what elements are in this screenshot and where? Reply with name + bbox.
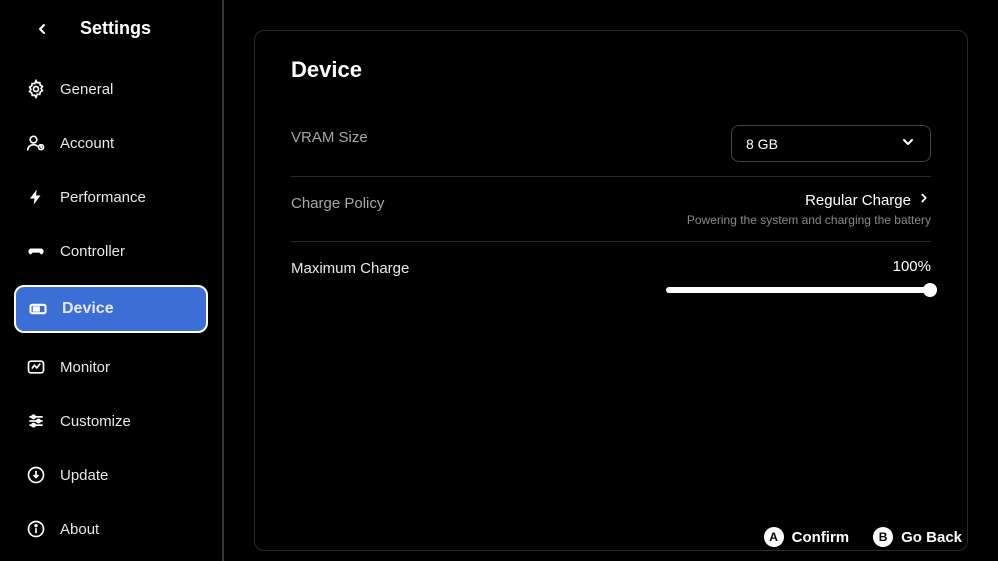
chevron-down-icon [900, 134, 916, 153]
back-hint: B Go Back [873, 527, 962, 547]
update-icon [26, 465, 46, 485]
chevron-right-icon [917, 191, 931, 209]
confirm-hint: A Confirm [764, 527, 850, 547]
sidebar-item-label: Update [60, 467, 108, 484]
max-charge-row: Maximum Charge 100% [291, 242, 931, 313]
charge-policy-value: Regular Charge [805, 192, 911, 209]
a-button-icon: A [764, 527, 784, 547]
charge-policy-label: Charge Policy [291, 191, 384, 212]
charge-policy-link[interactable]: Regular Charge [805, 191, 931, 209]
sidebar-item-general[interactable]: General [14, 69, 208, 109]
sidebar-item-update[interactable]: Update [14, 455, 208, 495]
sidebar-item-label: About [60, 521, 99, 538]
back-icon[interactable] [32, 19, 52, 39]
b-button-icon: B [873, 527, 893, 547]
vram-row: VRAM Size 8 GB [291, 111, 931, 177]
sidebar-item-label: General [60, 81, 113, 98]
sidebar-item-label: Performance [60, 189, 146, 206]
confirm-label: Confirm [792, 529, 850, 546]
nav-list: General Account Performance Controller D… [0, 57, 222, 549]
vram-dropdown[interactable]: 8 GB [731, 125, 931, 162]
sidebar-item-label: Account [60, 135, 114, 152]
sidebar-item-device[interactable]: Device [14, 285, 208, 333]
sidebar-item-account[interactable]: Account [14, 123, 208, 163]
vram-label: VRAM Size [291, 125, 368, 146]
account-icon [26, 133, 46, 153]
slider-fill [666, 287, 931, 293]
max-charge-slider[interactable] [666, 287, 931, 293]
footer-hints: A Confirm B Go Back [764, 527, 962, 547]
sidebar-item-customize[interactable]: Customize [14, 401, 208, 441]
vram-value: 8 GB [746, 136, 778, 152]
sidebar-header: Settings [0, 0, 222, 57]
device-icon [28, 299, 48, 319]
sidebar-item-monitor[interactable]: Monitor [14, 347, 208, 387]
sidebar-item-about[interactable]: About [14, 509, 208, 549]
sidebar-item-label: Device [62, 300, 114, 318]
sidebar-item-label: Controller [60, 243, 125, 260]
controller-icon [26, 241, 46, 261]
back-label: Go Back [901, 529, 962, 546]
info-icon [26, 519, 46, 539]
main-content: Device VRAM Size 8 GB Charge Policy Regu… [224, 0, 998, 561]
page-title: Settings [80, 18, 151, 39]
charge-policy-row: Charge Policy Regular Charge Powering th… [291, 177, 931, 242]
max-charge-label: Maximum Charge [291, 256, 409, 277]
sidebar-item-label: Monitor [60, 359, 110, 376]
sidebar-item-label: Customize [60, 413, 131, 430]
charge-policy-description: Powering the system and charging the bat… [687, 213, 931, 227]
slider-thumb[interactable] [923, 283, 937, 297]
monitor-icon [26, 357, 46, 377]
sliders-icon [26, 411, 46, 431]
panel-title: Device [291, 57, 931, 83]
device-panel: Device VRAM Size 8 GB Charge Policy Regu… [254, 30, 968, 551]
bolt-icon [26, 187, 46, 207]
gear-icon [26, 79, 46, 99]
sidebar: Settings General Account Performance Con… [0, 0, 224, 561]
sidebar-item-performance[interactable]: Performance [14, 177, 208, 217]
sidebar-item-controller[interactable]: Controller [14, 231, 208, 271]
max-charge-value: 100% [893, 258, 931, 275]
